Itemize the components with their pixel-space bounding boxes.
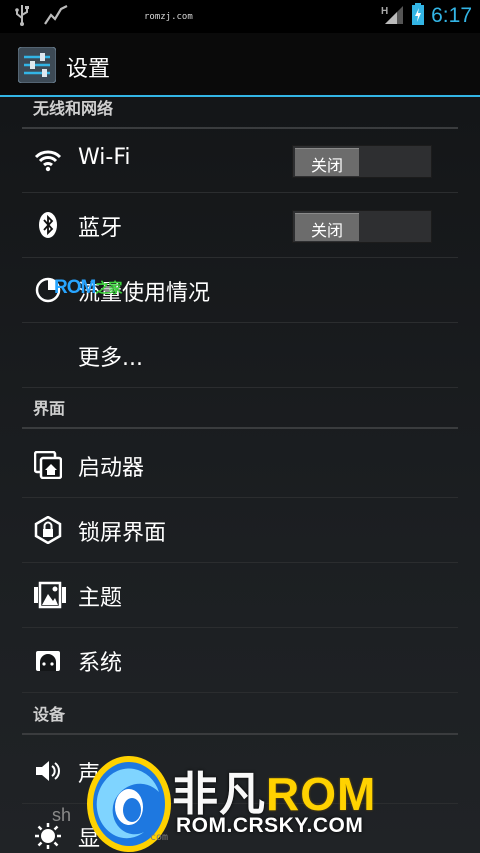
activity-graph-icon: [44, 4, 68, 30]
watermark-small-rom: ROM: [54, 277, 96, 298]
launcher-icon: [33, 450, 63, 480]
settings-item-label: 锁屏界面: [78, 521, 167, 546]
settings-item-label: Wi-Fi: [78, 145, 131, 170]
battery-charging-icon: [411, 3, 425, 29]
bluetooth-icon: [34, 211, 62, 239]
status-center-text: romzj.com: [144, 12, 193, 22]
settings-item-label: 主题: [78, 586, 123, 611]
watermark-sh: sh: [52, 805, 72, 825]
display-icon: [34, 822, 62, 850]
wifi-toggle[interactable]: 关闭: [292, 145, 432, 178]
watermark-logo: 非凡ROM ROM.CRSKY.COM: [84, 752, 404, 853]
system-icon: [34, 646, 62, 674]
settings-item-lockscreen[interactable]: 锁屏界面: [22, 498, 458, 563]
theme-icon: [34, 581, 66, 609]
clock: 6:17: [431, 4, 472, 27]
settings-item-theme[interactable]: 主题: [22, 563, 458, 628]
logo-fan-text: 非凡: [172, 768, 266, 820]
settings-list[interactable]: 无线和网络 Wi-Fi 关闭 蓝牙 关闭 流量使用情况 更多... 界面 启动器…: [0, 97, 480, 853]
settings-sliders-icon[interactable]: [17, 46, 57, 84]
logo-rom-text: ROM: [266, 768, 377, 820]
settings-item-system[interactable]: 系统: [22, 628, 458, 693]
watermark-small: ROM之家: [54, 277, 122, 299]
sound-icon: [34, 757, 62, 785]
watermark-tiny-url: com: [150, 832, 169, 843]
settings-item-bluetooth[interactable]: 蓝牙 关闭: [22, 193, 458, 258]
toggle-label: 关闭: [310, 221, 343, 240]
bluetooth-toggle[interactable]: 关闭: [292, 210, 432, 243]
settings-item-label: 更多...: [78, 346, 143, 371]
settings-item-more[interactable]: 更多...: [22, 323, 458, 388]
svg-text:H: H: [381, 6, 388, 17]
toggle-knob: 关闭: [295, 213, 359, 241]
status-bar: romzj.com H 6:17: [0, 0, 480, 33]
wifi-icon: [34, 146, 62, 174]
toggle-label: 关闭: [310, 156, 343, 175]
settings-item-label: 启动器: [78, 456, 145, 481]
section-header-interface: 界面: [22, 397, 458, 429]
toggle-knob: 关闭: [295, 148, 359, 176]
section-header-label: 设备: [33, 705, 66, 724]
section-header-label: 界面: [33, 399, 66, 418]
signal-icon: H: [381, 3, 405, 29]
section-header-label: 无线和网络: [33, 99, 114, 118]
logo-url: ROM.CRSKY.COM: [176, 814, 364, 837]
section-header-device: 设备: [22, 703, 458, 735]
settings-item-wifi[interactable]: Wi-Fi 关闭: [22, 128, 458, 193]
settings-item-launcher[interactable]: 启动器: [22, 433, 458, 498]
lock-icon: [34, 515, 62, 545]
settings-item-label: 系统: [78, 651, 123, 676]
settings-item-label: 蓝牙: [78, 216, 123, 241]
usb-icon: [14, 4, 30, 30]
watermark-small-suffix: 之家: [95, 280, 122, 296]
page-title: 设置: [66, 57, 111, 82]
action-bar: 设置: [0, 33, 480, 97]
section-header-wireless: 无线和网络: [22, 97, 458, 129]
